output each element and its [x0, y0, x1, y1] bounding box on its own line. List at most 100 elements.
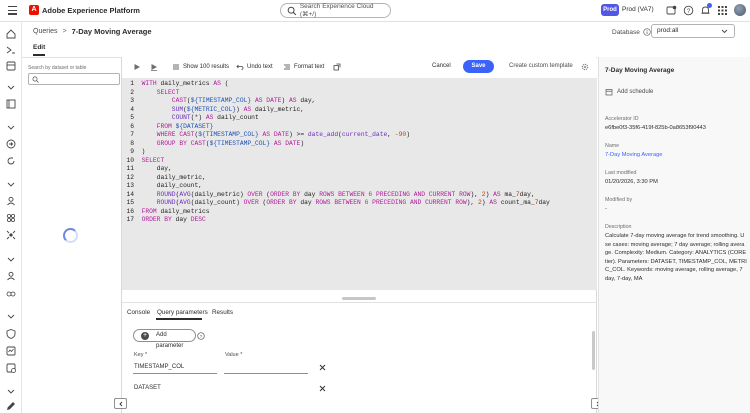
line-number: 4 [130, 105, 134, 113]
workflows-icon[interactable] [5, 44, 17, 56]
adobe-logo-icon[interactable]: A [29, 5, 39, 15]
destinations-icon[interactable] [5, 288, 17, 300]
save-button[interactable]: Save [463, 60, 494, 73]
line-number: 15 [126, 199, 134, 206]
help-icon[interactable]: ? [197, 332, 205, 340]
code-line[interactable]: 17 ORDER BY day DESC [122, 216, 205, 225]
top-bar: A Adobe Experience Platform Search Exper… [0, 0, 750, 22]
line-number: 10 [126, 156, 134, 164]
collapse-left-button[interactable] [114, 398, 127, 409]
fullscreen-icon[interactable] [333, 63, 341, 71]
undo-button[interactable]: Undo text [236, 63, 273, 71]
show-results-label: Show 100 results [183, 64, 230, 70]
sandbox-switcher[interactable]: Prod (VA7) [622, 6, 654, 13]
code-line[interactable]: 10 SELECT [122, 157, 164, 166]
show-results-button[interactable]: Show 100 results [172, 63, 229, 71]
identities-icon[interactable] [5, 229, 17, 241]
list-icon [173, 64, 179, 70]
resize-handle[interactable] [342, 297, 376, 300]
last-modified-label: Last modified [605, 170, 637, 176]
chevron-down-icon[interactable] [5, 385, 17, 397]
run-query-icon[interactable] [133, 63, 141, 71]
code-line[interactable]: 15 ROUND(AVG(daily_count) OVER (ORDER BY… [122, 199, 549, 208]
global-search-input[interactable]: Search Experience Cloud (⌘+/) [280, 3, 391, 18]
profile-icon[interactable] [5, 195, 17, 207]
code-line[interactable]: 4 SUM(${METRIC_COL}) AS daily_metric, [122, 106, 304, 115]
sources-icon[interactable] [5, 138, 17, 150]
line-number: 7 [130, 131, 134, 138]
code-line[interactable]: 8 GROUP BY CAST(${TIMESTAMP_COL} AS DATE… [122, 140, 304, 149]
description-value: Calculate 7-day moving average for trend… [605, 233, 747, 282]
gear-icon[interactable] [581, 63, 589, 71]
param-key-field[interactable]: TIMESTAMP_COL [134, 364, 184, 370]
code-line[interactable]: 6 FROM ${DATASET} [122, 123, 213, 132]
left-nav-rail [0, 22, 22, 413]
scrollbar[interactable] [592, 331, 595, 370]
code-line[interactable]: 3 CAST(${TIMESTAMP_COL} AS DATE) AS day, [122, 97, 315, 106]
chevron-down-icon[interactable] [5, 178, 17, 190]
name-link[interactable]: 7-Day Moving Average [605, 151, 747, 160]
param-value-underline [224, 373, 308, 374]
help-icon[interactable]: ? [683, 5, 694, 16]
details-title: 7-Day Moving Average [605, 67, 675, 74]
monitoring-icon[interactable] [5, 345, 17, 357]
line-number: 9 [130, 148, 134, 155]
code-line[interactable]: 9 ) [122, 148, 145, 157]
breadcrumb-queries-link[interactable]: Queries [33, 28, 58, 35]
audiences-icon[interactable] [5, 270, 17, 282]
code-line[interactable]: 5 COUNT(*) AS daily_count [122, 114, 259, 123]
chevron-down-icon[interactable] [5, 121, 17, 133]
code-line[interactable]: 7 WHERE CAST(${TIMESTAMP_COL} AS DATE) >… [122, 131, 410, 140]
svg-text:?: ? [687, 9, 691, 15]
edit-icon[interactable] [5, 400, 17, 412]
code-line[interactable]: 16 FROM daily_metrics [122, 208, 209, 217]
queries-icon[interactable] [5, 362, 17, 374]
modified-by-value: - [605, 206, 607, 212]
tab-query-parameters[interactable]: Query parameters [157, 309, 208, 316]
add-icon: + [141, 332, 149, 340]
catalog-icon[interactable] [5, 98, 17, 110]
undo-icon [236, 64, 244, 70]
param-key-field[interactable]: DATASET [134, 385, 161, 391]
close-icon[interactable] [319, 385, 326, 392]
add-schedule-button[interactable]: Add schedule [605, 88, 653, 96]
add-parameter-button[interactable]: + Add parameter [133, 329, 196, 349]
close-icon[interactable] [319, 364, 326, 371]
line-number: 1 [130, 80, 134, 87]
format-text-button[interactable]: Format text [283, 63, 324, 71]
refresh-icon[interactable] [5, 155, 17, 167]
line-number: 17 [126, 216, 134, 223]
info-icon[interactable] [643, 28, 651, 36]
run-selected-icon[interactable] [150, 63, 158, 71]
dataset-search-input[interactable] [28, 73, 120, 85]
menu-icon[interactable] [8, 6, 17, 15]
cancel-button[interactable]: Cancel [432, 63, 451, 69]
create-custom-template-button[interactable]: Create custom template [509, 63, 573, 69]
apps-grid-icon[interactable] [717, 5, 728, 16]
chevron-down-icon[interactable] [5, 81, 17, 93]
line-number: 8 [130, 139, 134, 147]
line-number: 2 [130, 88, 134, 96]
user-avatar[interactable] [734, 4, 746, 16]
chevron-down-icon[interactable] [5, 253, 17, 265]
tab-console[interactable]: Console [127, 309, 150, 316]
chevron-down-icon[interactable] [5, 310, 17, 322]
tab-edit[interactable]: Edit [33, 44, 45, 51]
app-title[interactable]: Adobe Experience Platform [42, 6, 140, 15]
last-modified-value: 01/20/2026, 3:30 PM [605, 179, 658, 185]
code-line[interactable]: 13 daily_count, [122, 182, 202, 191]
home-icon[interactable] [5, 28, 17, 40]
tab-results[interactable]: Results [212, 309, 233, 316]
cast-icon[interactable] [666, 5, 677, 16]
database-select-value: prod:all [657, 27, 679, 34]
add-parameter-label: Add parameter [156, 332, 184, 349]
code-line[interactable]: 11 day, [122, 165, 171, 174]
code-line[interactable]: 12 daily_metric, [122, 174, 205, 183]
database-select[interactable]: prod:all [651, 24, 735, 38]
code-line[interactable]: 14 ROUND(AVG(daily_metric) OVER (ORDER B… [122, 191, 534, 200]
segments-icon[interactable] [5, 212, 17, 224]
privacy-icon[interactable] [5, 328, 17, 340]
dashboards-icon[interactable] [5, 60, 17, 72]
code-line[interactable]: 1 WITH daily_metrics AS ( [122, 80, 228, 89]
code-line[interactable]: 2 SELECT [122, 89, 179, 98]
